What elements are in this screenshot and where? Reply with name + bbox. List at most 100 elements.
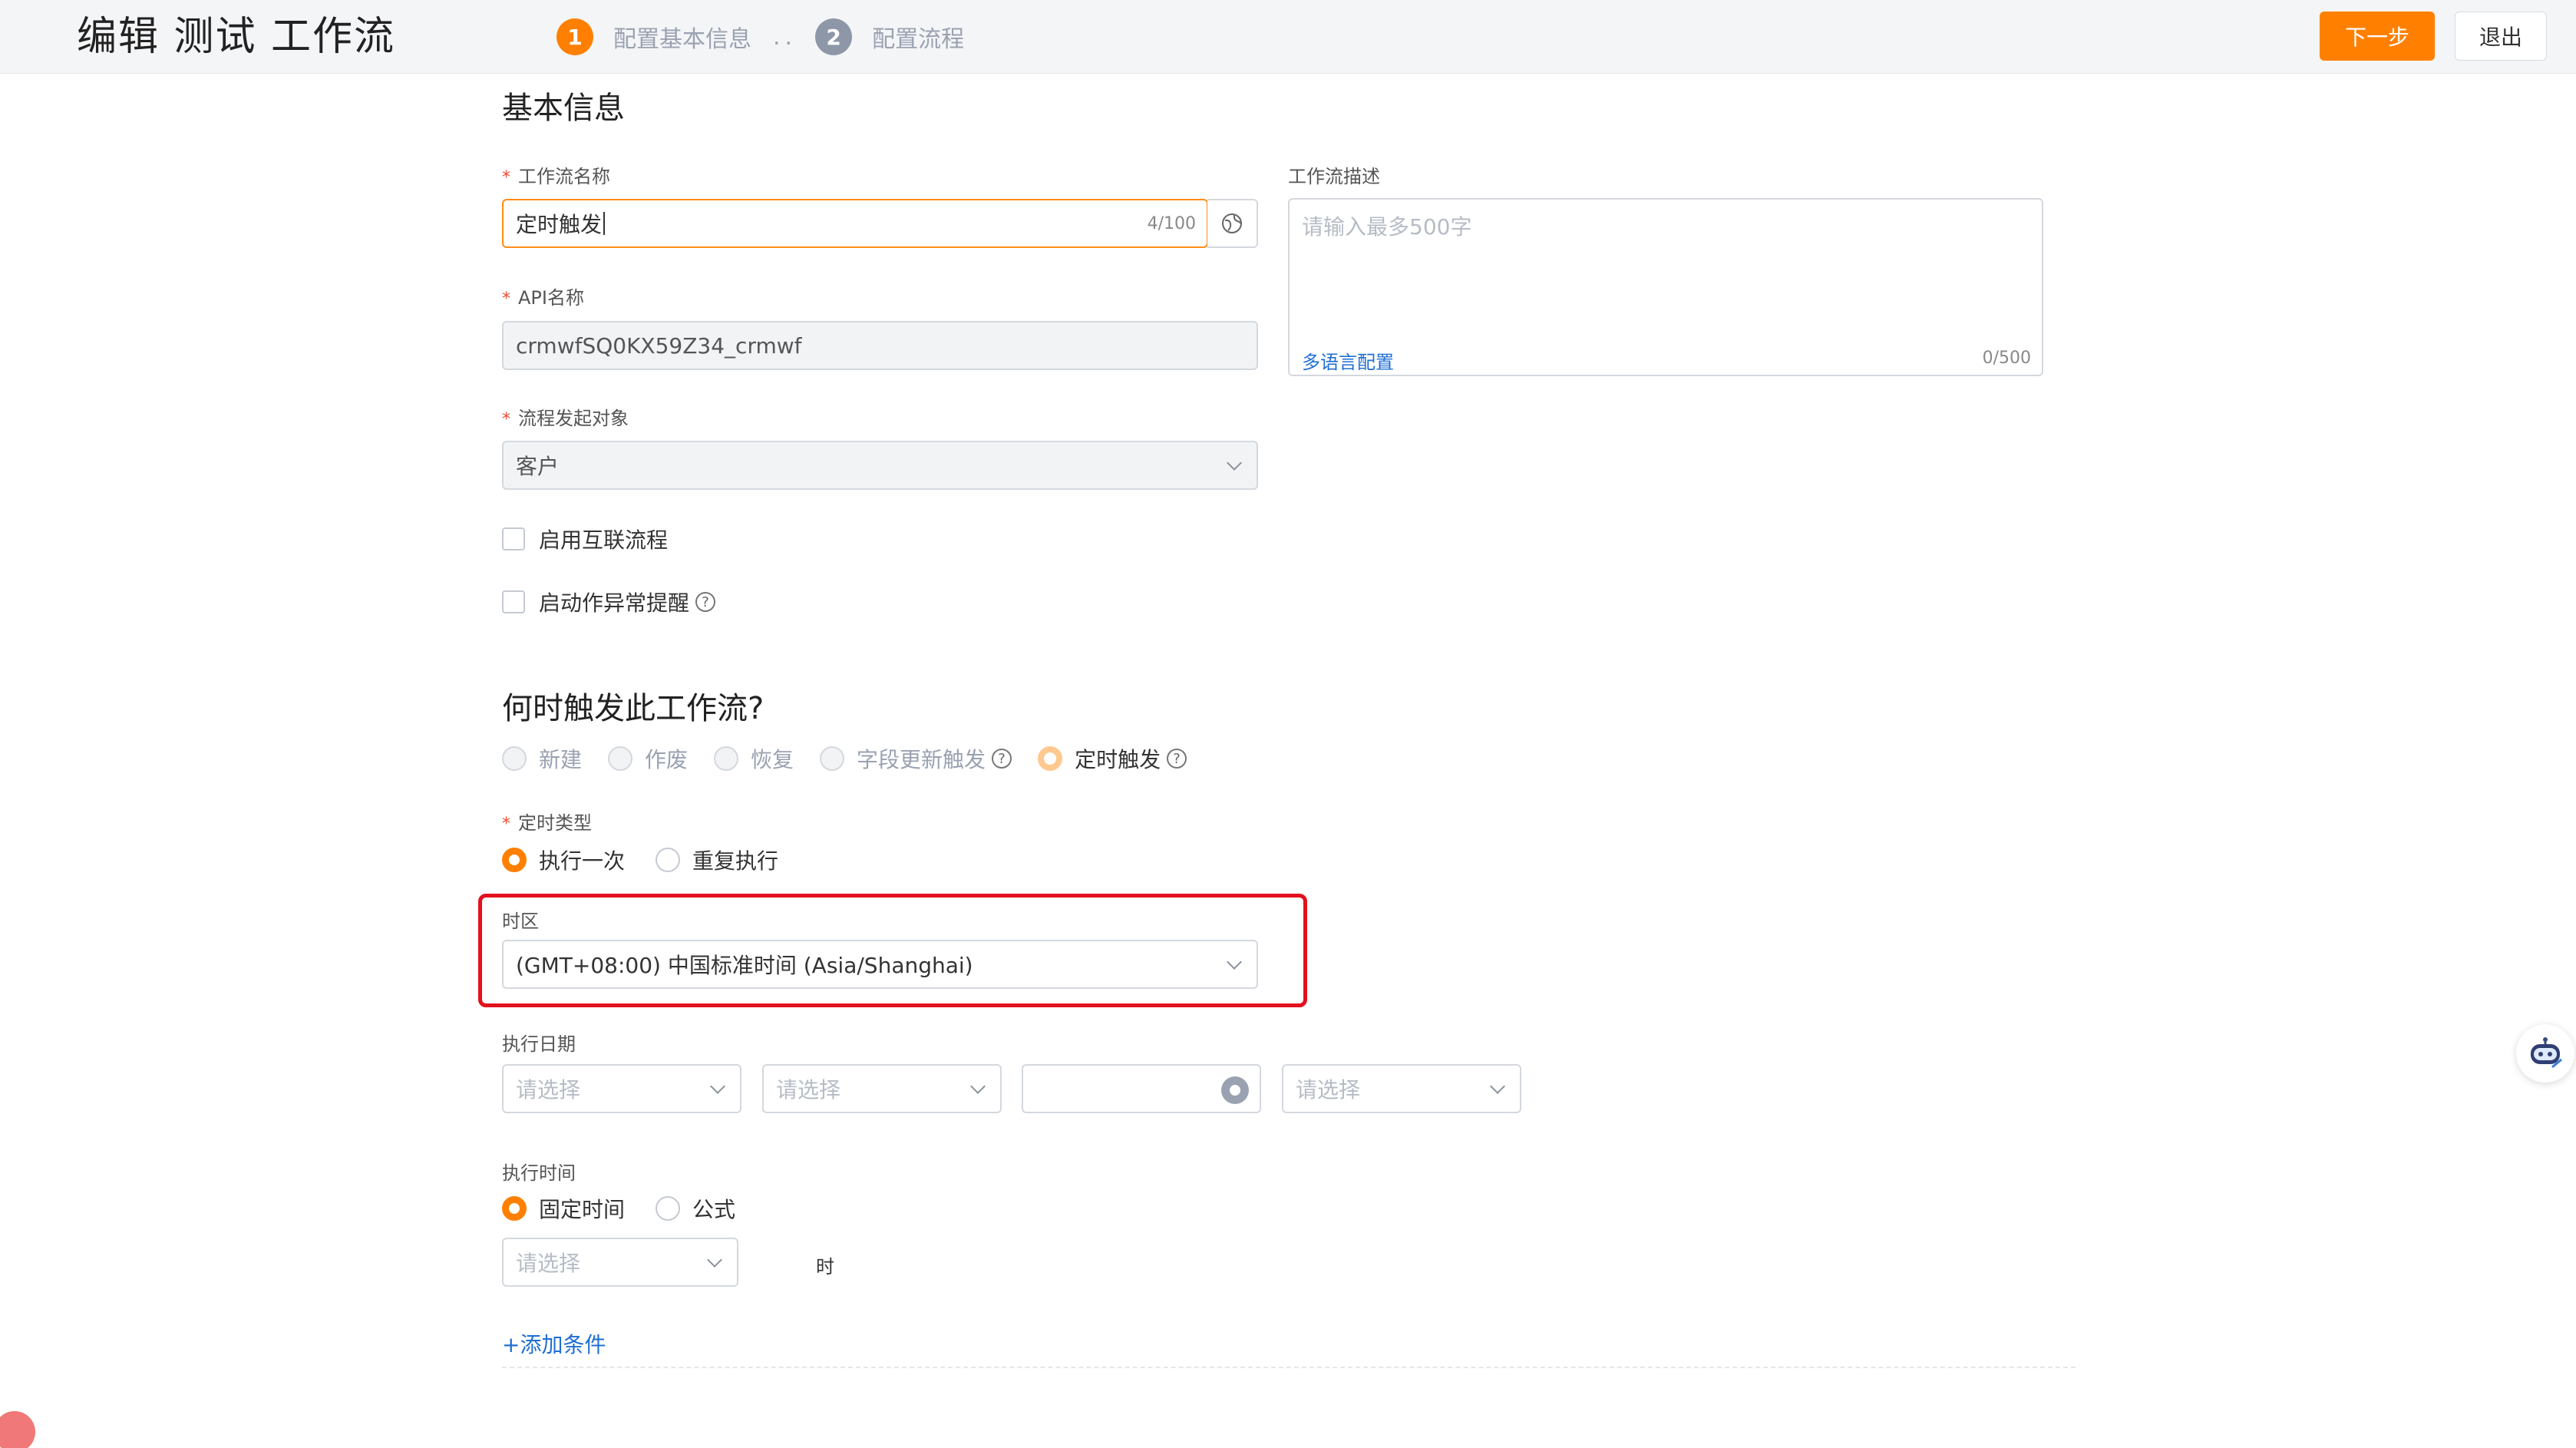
step-2-label[interactable]: 配置流程 (872, 20, 964, 54)
chevron-down-icon (1227, 954, 1242, 970)
api-name-input: crmwfSQ0KX59Z34_crmwf (502, 321, 1258, 370)
trigger-section-title: 何时触发此工作流? (502, 691, 765, 726)
execution-time-fixed[interactable]: 固定时间 (502, 1193, 625, 1224)
target-object-select: 客户 (502, 441, 1258, 490)
trigger-radio-void (608, 746, 633, 771)
globe-icon[interactable] (1207, 199, 1258, 248)
execution-time-label: 执行时间 (502, 1162, 576, 1184)
target-object-value: 客户 (516, 454, 560, 479)
api-name-label: * API名称 (502, 283, 584, 309)
api-name-value: crmwfSQ0KX59Z34_crmwf (516, 332, 802, 359)
trigger-label-scheduled: 定时触发 (1075, 747, 1161, 772)
target-object-label-text: 流程发起对象 (518, 408, 629, 429)
chevron-down-icon (970, 1079, 986, 1094)
execution-date-placeholder-1: 请选择 (516, 1077, 581, 1103)
globe-icon-glyph (1222, 213, 1242, 233)
description-counter: 0/500 (1982, 349, 2031, 368)
hour-unit-label: 时 (816, 1256, 834, 1278)
step-1-label[interactable]: 配置基本信息 (613, 20, 751, 54)
chevron-down-icon (1227, 455, 1242, 471)
execution-time-formula-label: 公式 (692, 1197, 736, 1222)
action-alert-option[interactable]: 启动作异常提醒 ? (502, 587, 716, 617)
execution-date-select-3[interactable]: 请选择 (1282, 1064, 1521, 1113)
step-separator: .. (773, 23, 798, 51)
step-2-badge[interactable]: 2 (815, 18, 853, 55)
workflow-name-value: 定时触发 (516, 212, 603, 237)
trigger-radio-restore (714, 746, 739, 771)
robot-assistant-glyph (2531, 1037, 2562, 1069)
section-divider (502, 1367, 2076, 1368)
interconnect-flow-option[interactable]: 启用互联流程 (502, 524, 668, 554)
step-indicator: 1 配置基本信息 .. 2 配置流程 (556, 17, 964, 57)
trigger-option-field-update: 字段更新触发 ? (820, 743, 1012, 774)
trigger-radio-scheduled (1038, 746, 1063, 771)
action-alert-label: 启动作异常提醒 (539, 590, 690, 616)
execution-date-placeholder-2: 请选择 (776, 1077, 841, 1103)
text-cursor (603, 212, 606, 235)
execution-time-fixed-radio[interactable] (502, 1196, 527, 1221)
description-placeholder: 请输入最多500字 (1302, 214, 1472, 240)
next-step-button[interactable]: 下一步 (2320, 12, 2435, 61)
trigger-option-create: 新建 (502, 743, 582, 774)
schedule-type-repeat[interactable]: 重复执行 (656, 845, 778, 875)
trigger-label-field-update: 字段更新触发 (857, 747, 986, 772)
execution-hour-placeholder: 请选择 (516, 1251, 581, 1276)
execution-date-select-1[interactable]: 请选择 (502, 1064, 741, 1113)
help-icon[interactable]: ? (992, 749, 1012, 769)
execution-date-select-2[interactable]: 请选择 (762, 1064, 1002, 1113)
trigger-label-void: 作废 (645, 747, 689, 772)
timezone-label: 时区 (502, 911, 539, 932)
schedule-type-once[interactable]: 执行一次 (502, 845, 625, 875)
robot-assistant-icon[interactable] (2516, 1024, 2574, 1083)
target-object-label: * 流程发起对象 (502, 403, 629, 430)
schedule-type-repeat-radio[interactable] (656, 848, 681, 872)
schedule-type-once-radio[interactable] (502, 848, 527, 872)
help-icon[interactable]: ? (695, 592, 716, 612)
basic-info-title: 基本信息 (502, 91, 625, 126)
trigger-label-create: 新建 (539, 747, 583, 772)
trigger-options: 新建 作废 恢复 字段更新触发 ? 定时触发 ? (502, 743, 1213, 774)
trigger-option-scheduled: 定时触发 ? (1038, 743, 1187, 774)
required-mark: * (502, 410, 510, 429)
add-condition-link[interactable]: +添加条件 (502, 1328, 606, 1359)
interconnect-flow-checkbox[interactable] (502, 527, 525, 550)
top-header: 编辑 测试 工作流 1 配置基本信息 .. 2 配置流程 下一步 退出 (0, 0, 2576, 74)
chevron-down-icon (1490, 1079, 1505, 1094)
multi-language-link[interactable]: 多语言配置 (1302, 347, 1394, 374)
execution-time-options: 固定时间 公式 (502, 1193, 761, 1224)
workflow-name-label: * 工作流名称 (502, 161, 610, 188)
api-name-label-text: API名称 (518, 287, 584, 309)
step-1-badge[interactable]: 1 (556, 18, 593, 55)
workflow-name-input[interactable]: 定时触发 4/100 (502, 199, 1208, 248)
trigger-radio-create (502, 746, 527, 771)
execution-date-formula-input[interactable] (1022, 1064, 1261, 1113)
timezone-value: (GMT+08:00) 中国标准时间 (Asia/Shanghai) (516, 953, 973, 978)
interconnect-flow-label: 启用互联流程 (539, 527, 669, 553)
trigger-option-void: 作废 (608, 743, 688, 774)
help-icon[interactable]: ? (1167, 749, 1187, 769)
floating-record-dot[interactable] (0, 1411, 35, 1448)
schedule-type-once-label: 执行一次 (539, 848, 626, 874)
execution-time-formula-radio[interactable] (656, 1196, 681, 1221)
required-mark: * (502, 815, 510, 834)
action-alert-checkbox[interactable] (502, 590, 525, 613)
execution-date-placeholder-3: 请选择 (1296, 1077, 1361, 1103)
execution-hour-select[interactable]: 请选择 (502, 1238, 738, 1287)
execution-time-formula[interactable]: 公式 (656, 1193, 735, 1224)
execution-time-fixed-label: 固定时间 (539, 1197, 626, 1222)
workflow-name-counter: 4/100 (1147, 214, 1196, 233)
workflow-name-label-text: 工作流名称 (518, 166, 610, 187)
description-label: 工作流描述 (1288, 166, 1380, 187)
trigger-radio-field-update (820, 746, 845, 771)
trigger-option-restore: 恢复 (714, 743, 794, 774)
schedule-type-repeat-label: 重复执行 (692, 848, 779, 874)
schedule-type-label: * 定时类型 (502, 808, 592, 835)
execution-date-label: 执行日期 (502, 1033, 576, 1055)
description-textarea[interactable]: 请输入最多500字 多语言配置 0/500 (1288, 198, 2043, 376)
timezone-select[interactable]: (GMT+08:00) 中国标准时间 (Asia/Shanghai) (502, 940, 1258, 989)
required-mark: * (502, 289, 510, 309)
schedule-type-options: 执行一次 重复执行 (502, 845, 804, 875)
gear-icon[interactable] (1221, 1076, 1249, 1104)
exit-button[interactable]: 退出 (2455, 12, 2547, 61)
trigger-label-restore: 恢复 (751, 747, 794, 772)
